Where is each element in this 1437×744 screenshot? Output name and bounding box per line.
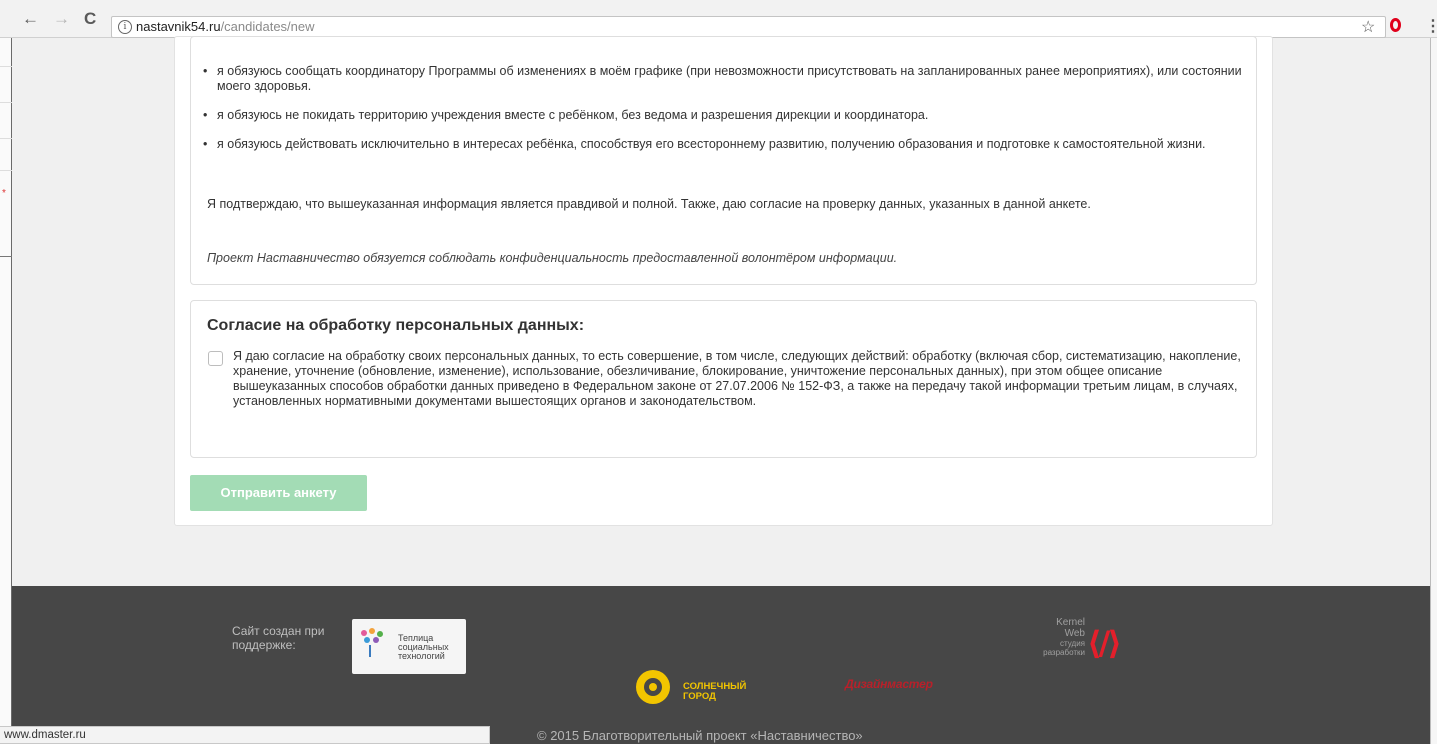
page-content: я обязуюсь сообщать координатору Програм… bbox=[12, 36, 1437, 586]
sunny-city-text[interactable]: СОЛНЕЧНЫЙ ГОРОД bbox=[683, 682, 753, 702]
teplica-logo[interactable]: Теплица социальных технологий bbox=[352, 619, 466, 674]
divider bbox=[0, 66, 12, 67]
sun-icon-center bbox=[649, 683, 657, 691]
opera-icon[interactable] bbox=[1390, 18, 1401, 32]
list-item: я обязуюсь не покидать территорию учрежд… bbox=[203, 108, 1247, 123]
support-label: Сайт создан при поддержке: bbox=[232, 624, 342, 652]
privacy-note: Проект Наставничество обязуется соблюдат… bbox=[207, 251, 898, 265]
confirmation-text: Я подтверждаю, что вышеуказанная информа… bbox=[207, 197, 1091, 211]
submit-button[interactable]: Отправить анкету bbox=[190, 475, 367, 511]
support-label-text: Сайт создан при поддержке: bbox=[232, 624, 325, 652]
teplica-text-label: Теплица социальных технологий bbox=[398, 633, 449, 661]
consent-text[interactable]: Я даю согласие на обработку своих персон… bbox=[233, 349, 1243, 409]
teplica-text: Теплица социальных технологий bbox=[398, 634, 460, 661]
address-bar[interactable]: i nastavnik54.ru/candidates/new bbox=[111, 16, 1386, 38]
divider bbox=[0, 138, 12, 139]
url-path: /candidates/new bbox=[220, 19, 315, 34]
kernel-line: Kernel bbox=[1056, 617, 1085, 628]
required-mark: * bbox=[2, 188, 6, 199]
menu-icon[interactable]: ⋮ bbox=[1425, 16, 1437, 36]
obligations-list: я обязуюсь сообщать координатору Програм… bbox=[203, 64, 1247, 166]
consent-panel: Согласие на обработку персональных данны… bbox=[190, 300, 1257, 458]
sunny-city-label: СОЛНЕЧНЫЙ ГОРОД bbox=[683, 681, 747, 702]
back-icon[interactable]: ← bbox=[22, 9, 39, 29]
right-edge-scrollbar[interactable] bbox=[1430, 38, 1437, 744]
status-bar-link: www.dmaster.ru bbox=[0, 726, 490, 744]
list-item: я обязуюсь действовать исключительно в и… bbox=[203, 137, 1247, 152]
kernel-line: студия разработки bbox=[1043, 639, 1085, 657]
designmaster-logo[interactable]: Дизайнмастер bbox=[845, 677, 933, 691]
form-card: я обязуюсь сообщать координатору Програм… bbox=[174, 36, 1273, 526]
url-host: nastavnik54.ru bbox=[136, 19, 221, 34]
obligations-panel: я обязуюсь сообщать координатору Програм… bbox=[190, 36, 1257, 285]
kernel-web-logo-icon[interactable]: ⟨/⟩ bbox=[1087, 624, 1122, 662]
divider bbox=[0, 256, 12, 257]
url-text: nastavnik54.ru/candidates/new bbox=[136, 17, 315, 37]
bookmark-star-icon[interactable]: ☆ bbox=[1361, 17, 1375, 37]
info-icon[interactable]: i bbox=[118, 20, 132, 34]
sunny-city-logo[interactable] bbox=[636, 670, 682, 706]
consent-checkbox[interactable] bbox=[208, 351, 223, 366]
kernel-web-text[interactable]: Kernel Web студия разработки bbox=[1030, 617, 1085, 657]
reload-icon[interactable]: C bbox=[84, 9, 96, 29]
kernel-line: Web bbox=[1064, 628, 1085, 639]
forward-icon[interactable]: → bbox=[53, 9, 70, 29]
divider bbox=[0, 170, 12, 171]
browser-toolbar: ← → C i nastavnik54.ru/candidates/new ☆ … bbox=[0, 0, 1437, 38]
consent-title: Согласие на обработку персональных данны… bbox=[207, 317, 585, 334]
list-item: я обязуюсь сообщать координатору Програм… bbox=[203, 64, 1247, 94]
copyright: © 2015 Благотворительный проект «Наставн… bbox=[537, 728, 863, 743]
divider bbox=[0, 102, 12, 103]
tree-icon bbox=[359, 628, 385, 658]
background-window-left: * bbox=[0, 38, 12, 744]
site-footer: Сайт создан при поддержке: Теплица социа… bbox=[12, 586, 1437, 744]
